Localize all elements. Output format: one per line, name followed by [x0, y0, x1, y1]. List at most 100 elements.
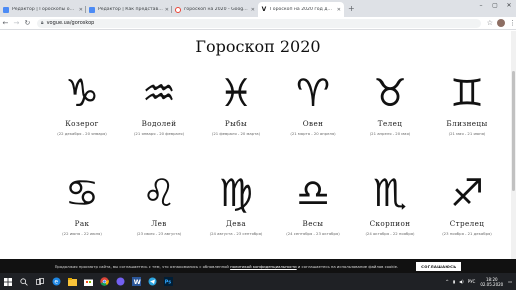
scorpio-icon: ♏︎ — [372, 171, 408, 215]
system-tray: ^ ▮ ◀) РУС 18:20 02.05.2020 ▭ — [445, 273, 512, 290]
menu-kebab-icon[interactable]: ⋮ — [509, 19, 516, 27]
tab-label: Редактор | Гороскопы от Сорок — [12, 7, 77, 12]
store-icon[interactable] — [80, 273, 96, 290]
tab-horoscope[interactable]: V Гороскоп на 2020 год для всех ✕ — [258, 2, 344, 17]
sagittarius-icon: ♐︎ — [449, 171, 485, 215]
zodiac-sign-dates: (22 июня - 22 июля) — [62, 231, 102, 236]
zodiac-sign-card[interactable]: ♏︎ Скорпион (24 октября - 22 ноября) — [355, 173, 425, 236]
tab-label: Редактор | Как представили в — [98, 7, 163, 12]
close-icon[interactable]: ✕ — [79, 7, 83, 13]
zodiac-sign-dates: (21 февраля - 20 марта) — [211, 131, 261, 136]
cookie-text: Продолжая просмотр сайта, вы соглашаетес… — [55, 264, 399, 269]
zodiac-sign-card[interactable]: ♌︎ Лев (23 июля - 23 августа) — [124, 173, 194, 236]
tab-editor-2[interactable]: Редактор | Как представили в ✕ — [86, 2, 172, 17]
minimize-button[interactable]: – — [474, 0, 488, 12]
zodiac-sign-dates: (23 ноября - 21 декабря) — [442, 231, 492, 236]
back-arrow-icon[interactable]: ← — [0, 19, 11, 27]
zodiac-sign-name[interactable]: Лев — [124, 219, 194, 228]
notifications-icon[interactable]: ▭ — [508, 279, 512, 284]
volume-icon[interactable]: ◀) — [459, 279, 464, 284]
aries-icon: ♈︎ — [295, 71, 331, 115]
zodiac-sign-card[interactable]: ♉︎ Телец (21 апреля - 20 мая) — [355, 73, 425, 136]
browser-toolbar: ← → ↻ 🔒︎ vogue.ua/goroskop ☆ ⋮ — [0, 17, 516, 30]
close-icon[interactable]: ✕ — [337, 7, 341, 13]
zodiac-sign-name[interactable]: Стрелец — [432, 219, 502, 228]
search-icon[interactable] — [16, 273, 32, 290]
windows-start-icon[interactable] — [0, 273, 16, 290]
zodiac-sign-dates: (21 марта - 20 апреля) — [290, 131, 336, 136]
zodiac-sign-name[interactable]: Весы — [278, 219, 348, 228]
tab-label: Гороскоп на 2020 год для всех — [270, 7, 335, 12]
close-icon[interactable]: ✕ — [165, 7, 169, 13]
zodiac-sign-name[interactable]: Овен — [278, 119, 348, 128]
zodiac-sign-card[interactable]: ♍︎ Дева (24 августа - 23 сентября) — [201, 173, 271, 236]
language-indicator[interactable]: РУС — [468, 279, 476, 284]
zodiac-sign-dates: (24 октября - 22 ноября) — [365, 231, 415, 236]
tab-google-search[interactable]: гороскоп на 2020 - Google Sea ✕ — [172, 2, 258, 17]
cookie-text-before: Продолжая просмотр сайта, вы соглашаетес… — [54, 263, 231, 269]
profile-avatar[interactable] — [497, 19, 505, 27]
photoshop-icon[interactable]: Ps — [160, 273, 176, 290]
lock-icon[interactable]: 🔒︎ — [41, 20, 44, 26]
accept-cookies-button[interactable]: СОГЛАШАЮСЬ — [416, 261, 462, 271]
window-controls: – ▢ ✕ — [474, 0, 516, 12]
telegram-icon[interactable] — [144, 273, 160, 290]
zodiac-sign-card[interactable]: ♒︎ Водолей (21 января - 20 февраля) — [124, 73, 194, 136]
zodiac-sign-card[interactable]: ♋︎ Рак (22 июня - 22 июля) — [47, 173, 117, 236]
privacy-policy-link[interactable]: политикой конфиденциальности — [230, 264, 297, 269]
file-explorer-icon[interactable] — [64, 273, 80, 290]
zodiac-sign-name[interactable]: Телец — [355, 119, 425, 128]
word-icon[interactable]: W — [128, 273, 144, 290]
bookmark-star-icon[interactable]: ☆ — [487, 19, 493, 27]
close-icon[interactable]: ✕ — [251, 7, 255, 13]
tab-editor-1[interactable]: Редактор | Гороскопы от Сорок ✕ — [0, 2, 86, 17]
zodiac-sign-name[interactable]: Скорпион — [355, 219, 425, 228]
zodiac-sign-name[interactable]: Дева — [201, 219, 271, 228]
zodiac-sign-name[interactable]: Рыбы — [201, 119, 271, 128]
edge-icon[interactable]: e — [48, 273, 64, 290]
zodiac-sign-name[interactable]: Близнецы — [432, 119, 502, 128]
svg-text:W: W — [133, 278, 140, 286]
task-view-icon[interactable] — [32, 273, 48, 290]
google-favicon-icon — [175, 6, 181, 13]
zodiac-sign-card[interactable]: ♐︎ Стрелец (23 ноября - 21 декабря) — [432, 173, 502, 236]
new-tab-button[interactable]: + — [348, 2, 355, 17]
close-window-button[interactable]: ✕ — [502, 0, 516, 12]
leo-icon: ♌︎ — [141, 171, 177, 215]
aquarius-icon: ♒︎ — [141, 71, 177, 115]
zodiac-sign-dates: (21 января - 20 февраля) — [133, 131, 185, 136]
chevron-up-icon[interactable]: ^ — [445, 279, 448, 284]
zodiac-sign-dates: (24 августа - 23 сентября) — [209, 231, 263, 236]
zodiac-sign-dates: (21 мая - 21 июня) — [448, 131, 486, 136]
zodiac-sign-name[interactable]: Водолей — [124, 119, 194, 128]
viber-icon[interactable] — [112, 273, 128, 290]
svg-text:e: e — [54, 279, 58, 286]
url-text: vogue.ua/goroskop — [46, 20, 95, 26]
docs-favicon-icon — [89, 6, 95, 13]
clock-date: 02.05.2020 — [480, 281, 504, 287]
scrollbar[interactable] — [511, 31, 516, 259]
zodiac-sign-card[interactable]: ♎︎ Весы (24 сентября - 23 октября) — [278, 173, 348, 236]
zodiac-sign-dates: (22 декабря - 20 января) — [57, 131, 107, 136]
chrome-icon[interactable] — [96, 273, 112, 290]
tab-label: гороскоп на 2020 - Google Sea — [184, 7, 249, 12]
zodiac-sign-card[interactable]: ♊︎ Близнецы (21 мая - 21 июня) — [432, 73, 502, 136]
reload-icon[interactable]: ↻ — [22, 19, 33, 27]
scrollbar-thumb[interactable] — [512, 71, 515, 191]
network-icon[interactable]: ▮ — [453, 279, 455, 284]
forward-arrow-icon[interactable]: → — [11, 19, 22, 27]
zodiac-sign-card[interactable]: ♑︎ Козерог (22 декабря - 20 января) — [47, 73, 117, 136]
zodiac-sign-dates: (23 июля - 23 августа) — [136, 231, 182, 236]
browser-window: Редактор | Гороскопы от Сорок ✕ Редактор… — [0, 0, 516, 290]
address-bar[interactable]: 🔒︎ vogue.ua/goroskop — [36, 18, 481, 28]
cookie-banner: Продолжая просмотр сайта, вы соглашаетес… — [0, 259, 516, 273]
zodiac-sign-name[interactable]: Козерог — [47, 119, 117, 128]
tab-strip: Редактор | Гороскопы от Сорок ✕ Редактор… — [0, 0, 516, 17]
cancer-icon: ♋︎ — [64, 171, 100, 215]
zodiac-sign-card[interactable]: ♈︎ Овен (21 марта - 20 апреля) — [278, 73, 348, 136]
maximize-button[interactable]: ▢ — [488, 0, 502, 12]
zodiac-sign-name[interactable]: Рак — [47, 219, 117, 228]
capricorn-icon: ♑︎ — [64, 71, 100, 115]
clock[interactable]: 18:20 02.05.2020 — [480, 277, 503, 287]
zodiac-sign-card[interactable]: ♓︎ Рыбы (21 февраля - 20 марта) — [201, 73, 271, 136]
